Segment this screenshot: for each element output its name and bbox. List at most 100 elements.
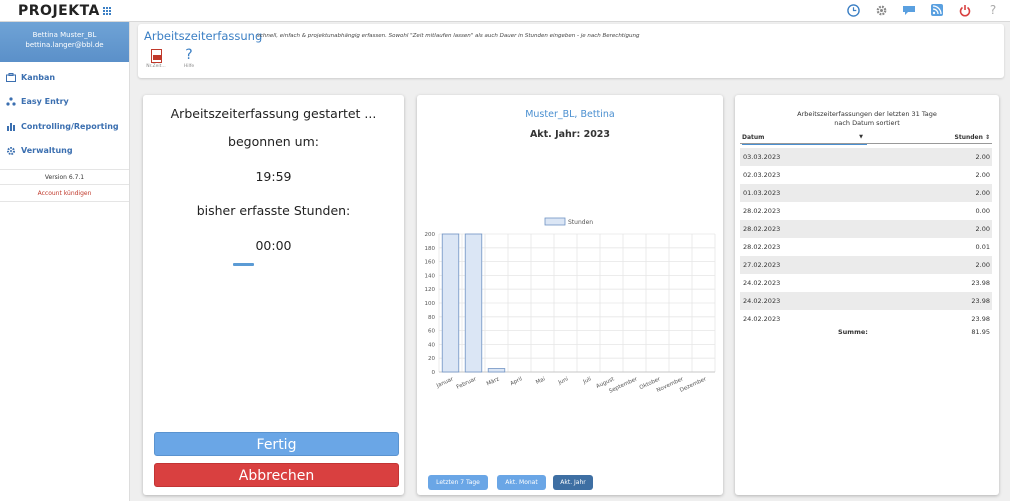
period-button-current-year[interactable]: Akt. Jahr xyxy=(553,475,593,490)
period-button-last-7-days[interactable]: Letzten 7 Tage xyxy=(428,475,488,490)
top-icon-bar: ? xyxy=(846,3,1000,17)
sidebar-item-label: Easy Entry xyxy=(21,97,69,107)
done-button[interactable]: Fertig xyxy=(154,432,399,456)
timer-status: Arbeitszeiterfassung gestartet ... xyxy=(170,106,377,121)
rss-icon[interactable] xyxy=(930,3,944,17)
row-hours: 2.00 xyxy=(975,225,990,233)
gear-icon xyxy=(6,146,16,156)
x-tick-label: April xyxy=(509,376,523,387)
legend-swatch xyxy=(544,217,566,226)
row-date: 28.02.2023 xyxy=(743,243,781,251)
table-row[interactable]: 02.03.2023 2.00 xyxy=(740,166,992,184)
bar-märz xyxy=(487,368,506,373)
row-date: 24.02.2023 xyxy=(743,297,781,305)
version-label: Version 6.7.1 xyxy=(0,169,129,185)
sidebar-item-easy-entry[interactable]: Easy Entry xyxy=(0,90,129,115)
period-button-current-month[interactable]: Akt. Monat xyxy=(497,475,546,490)
table-row[interactable]: 28.02.2023 0.01 xyxy=(740,238,992,256)
question-icon: ? xyxy=(185,47,193,63)
tool-label: Hilfe xyxy=(183,64,195,69)
row-date: 01.03.2023 xyxy=(743,189,781,197)
x-tick-label: Mai xyxy=(535,376,547,386)
started-time: 19:59 xyxy=(255,169,292,184)
employee-name: Muster_BL, Bettina xyxy=(525,109,615,120)
help-button[interactable]: ? Hilfe xyxy=(177,47,201,69)
pdf-icon xyxy=(150,49,162,63)
cancel-account-link[interactable]: Account kündigen xyxy=(0,185,129,202)
table-row[interactable]: 28.02.2023 2.00 xyxy=(740,220,992,238)
table-row[interactable]: 03.03.2023 2.00 xyxy=(740,148,992,166)
table-row[interactable]: 24.02.2023 23.98 xyxy=(740,292,992,310)
y-tick-label: 100 xyxy=(425,301,436,307)
list-subtitle-line: nach Datum sortiert xyxy=(834,118,900,127)
row-date: 28.02.2023 xyxy=(743,225,781,233)
row-hours: 2.00 xyxy=(975,171,990,179)
sidebar-nav: Kanban Easy Entry Controlling/Reporting … xyxy=(0,65,129,163)
entries-card: Arbeitszeiterfassungen der letzten 31 Ta… xyxy=(735,95,999,495)
table-row[interactable]: 27.02.2023 2.00 xyxy=(740,256,992,274)
help-icon[interactable]: ? xyxy=(986,3,1000,17)
row-hours: 23.98 xyxy=(971,279,990,287)
table-header: Datum ▼ Stunden ⇕ xyxy=(740,132,992,145)
table-row[interactable]: 24.02.2023 23.98 xyxy=(740,310,992,328)
sidebar-item-controlling[interactable]: Controlling/Reporting xyxy=(0,114,129,139)
row-hours: 2.00 xyxy=(975,153,990,161)
sidebar-item-verwaltung[interactable]: Verwaltung xyxy=(0,139,129,164)
row-date: 27.02.2023 xyxy=(743,261,781,269)
y-tick-label: 120 xyxy=(425,287,436,293)
table-row[interactable]: 24.02.2023 23.98 xyxy=(740,274,992,292)
power-icon[interactable] xyxy=(958,3,972,17)
pdf-export-button[interactable]: Nr.Zeit... xyxy=(144,47,168,69)
gear-icon[interactable] xyxy=(874,3,888,17)
hours-column-header[interactable]: Stunden ⇕ xyxy=(955,134,990,141)
row-date: 03.03.2023 xyxy=(743,153,781,161)
table-row[interactable]: 28.02.2023 0.00 xyxy=(740,202,992,220)
y-tick-label: 20 xyxy=(428,356,435,362)
easy-entry-icon xyxy=(6,97,16,107)
table-row[interactable]: 01.03.2023 2.00 xyxy=(740,184,992,202)
date-column-label: Datum xyxy=(742,134,765,141)
chat-icon[interactable] xyxy=(902,3,916,17)
x-tick-label: Juli xyxy=(581,376,592,386)
bar-chart-icon xyxy=(6,121,16,131)
y-tick-label: 80 xyxy=(428,315,435,321)
y-tick-label: 200 xyxy=(425,232,436,238)
user-box[interactable]: Bettina Muster_BL bettina.langer@bbl.de xyxy=(0,22,129,62)
y-tick-label: 60 xyxy=(428,329,435,335)
tool-label: Nr.Zeit... xyxy=(146,64,166,69)
y-tick-label: 160 xyxy=(425,260,436,266)
app-logo[interactable]: PROJEKTA xyxy=(18,3,112,19)
row-hours: 0.00 xyxy=(975,207,990,215)
row-hours: 23.98 xyxy=(971,297,990,305)
bar-januar xyxy=(441,233,460,373)
progress-indicator xyxy=(233,263,254,266)
kanban-icon xyxy=(6,72,16,82)
date-column-header[interactable]: Datum ▼ xyxy=(742,134,867,145)
row-hours: 0.01 xyxy=(975,243,990,251)
x-tick-label: Juni xyxy=(557,376,570,386)
clock-icon[interactable] xyxy=(846,3,860,17)
hours-label: bisher erfasste Stunden: xyxy=(196,203,351,218)
x-tick-label: März xyxy=(486,376,501,387)
progress-fill xyxy=(233,263,254,266)
page-description: schnell, einfach & projektunabhängig erf… xyxy=(257,33,640,39)
top-bar: PROJEKTA ? xyxy=(0,0,1010,22)
user-email: bettina.langer@bbl.de xyxy=(25,41,104,49)
row-date: 28.02.2023 xyxy=(743,207,781,215)
header-panel: Arbeitszeiterfassung schnell, einfach & … xyxy=(138,24,1004,78)
x-tick-label: Januar xyxy=(435,376,455,390)
sidebar-item-kanban[interactable]: Kanban xyxy=(0,65,129,90)
sidebar: Bettina Muster_BL bettina.langer@bbl.de … xyxy=(0,22,130,501)
y-tick-label: 40 xyxy=(428,342,435,348)
cancel-button[interactable]: Abbrechen xyxy=(154,463,399,487)
row-hours: 2.00 xyxy=(975,189,990,197)
chart-year-label: Akt. Jahr: 2023 xyxy=(529,129,611,140)
row-date: 24.02.2023 xyxy=(743,315,781,323)
y-tick-label: 180 xyxy=(425,246,436,252)
sum-value: 81.95 xyxy=(971,328,990,336)
hours-bar-chart: 0 20 40 60 80 100 120 140 160 180 200 Januar Februar… xyxy=(425,217,716,393)
row-hours: 23.98 xyxy=(971,315,990,323)
chart-card: Muster_BL, Bettina Akt. Jahr: 2023 0 20 40… xyxy=(417,95,723,495)
y-tick-label: 140 xyxy=(425,273,436,279)
list-title-line: Arbeitszeiterfassungen der letzten 31 Ta… xyxy=(797,110,937,118)
